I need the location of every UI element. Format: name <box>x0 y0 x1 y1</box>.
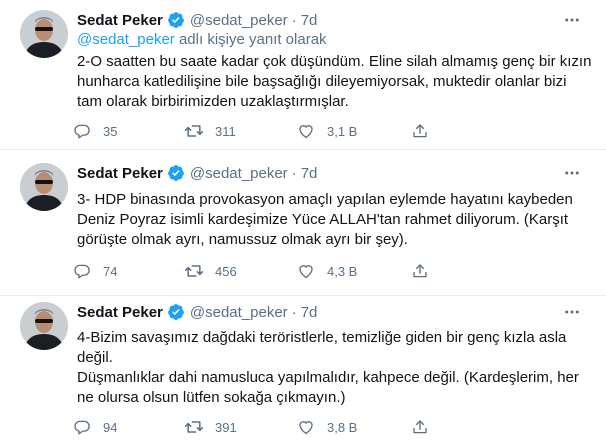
tweet-text: 2-O saatten bu saate kadar çok düşündüm.… <box>77 52 592 112</box>
tweet-actions: 74 456 4,3 B <box>72 261 532 281</box>
share-icon <box>410 261 430 281</box>
timestamp[interactable]: 7d <box>301 304 318 321</box>
author-name[interactable]: Sedat Peker <box>77 165 163 182</box>
reply-count: 74 <box>103 263 118 279</box>
retweet-count: 311 <box>215 123 236 139</box>
avatar[interactable] <box>20 163 68 211</box>
more-options-icon[interactable] <box>560 302 584 322</box>
author-handle[interactable]: @sedat_peker <box>190 165 288 182</box>
reply-context-text: adlı kişiye yanıt olarak <box>178 31 327 48</box>
reply-count: 35 <box>103 123 118 139</box>
author-name[interactable]: Sedat Peker <box>77 12 163 29</box>
like-button[interactable]: 3,8 B <box>296 417 357 437</box>
retweet-icon <box>184 121 204 141</box>
verified-badge-icon <box>167 303 185 321</box>
share-button[interactable] <box>410 121 430 141</box>
separator: · <box>291 303 297 321</box>
separator: · <box>291 164 297 182</box>
like-icon <box>296 417 316 437</box>
reply-icon <box>72 121 92 141</box>
timestamp[interactable]: 7d <box>301 12 318 29</box>
avatar[interactable] <box>20 10 68 58</box>
like-button[interactable]: 4,3 B <box>296 261 357 281</box>
retweet-button[interactable]: 311 <box>184 121 236 141</box>
share-button[interactable] <box>410 417 430 437</box>
tweet-text-line: Deniz Poyraz isimli kardeşimize Yüce ALL… <box>77 211 569 228</box>
like-count: 3,1 B <box>327 123 358 139</box>
retweet-icon <box>184 417 204 437</box>
retweet-button[interactable]: 456 <box>184 261 237 281</box>
like-count: 4,3 B <box>327 263 358 279</box>
tweet-text-line: 4-Bizim savaşımız dağdaki teröristlerle,… <box>77 329 567 346</box>
share-button[interactable] <box>410 261 430 281</box>
reply-button[interactable]: 94 <box>72 417 117 437</box>
reply-icon <box>72 417 92 437</box>
reply-mention-link[interactable]: @sedat_peker <box>77 31 175 48</box>
like-icon <box>296 261 316 281</box>
like-icon <box>296 121 316 141</box>
tweet-text-line: 3- HDP binasında provokasyon amaçlı yapı… <box>77 191 573 208</box>
verified-badge-icon <box>167 11 185 29</box>
tweet-actions: 35 311 3,1 B <box>72 121 532 141</box>
tweet[interactable]: Sedat Peker @sedat_peker · 7d 3- HDP bin… <box>0 150 606 296</box>
reply-button[interactable]: 35 <box>72 121 117 141</box>
verified-badge-icon <box>167 164 185 182</box>
tweet-text-line: tam olarak birbirimizden uzaklaştırmışla… <box>77 93 349 110</box>
reply-icon <box>72 261 92 281</box>
retweet-icon <box>184 261 204 281</box>
reply-button[interactable]: 74 <box>72 261 117 281</box>
like-count: 3,8 B <box>327 419 358 435</box>
more-options-icon[interactable] <box>560 10 584 30</box>
tweet-text-line: 2-O saatten bu saate kadar çok düşündüm.… <box>77 53 592 70</box>
author-name[interactable]: Sedat Peker <box>77 304 163 321</box>
author-handle[interactable]: @sedat_peker <box>190 12 288 29</box>
avatar[interactable] <box>20 302 68 350</box>
like-button[interactable]: 3,1 B <box>296 121 357 141</box>
tweet-text-line: Düşmanlıklar dahi namusluca yapılmalıdır… <box>77 369 579 386</box>
timestamp[interactable]: 7d <box>301 165 318 182</box>
author-handle[interactable]: @sedat_peker <box>190 304 288 321</box>
separator: · <box>291 11 297 29</box>
reply-count: 94 <box>103 419 118 435</box>
tweet[interactable]: Sedat Peker @sedat_peker · 7d @sedat_pek… <box>0 0 606 150</box>
more-options-icon[interactable] <box>560 163 584 183</box>
tweet-text: 3- HDP binasında provokasyon amaçlı yapı… <box>77 190 587 250</box>
tweet-text: 4-Bizim savaşımız dağdaki teröristlerle,… <box>77 328 587 408</box>
tweet-text-line: ne olursa olsun lütfen sokağa çıkmayın.) <box>77 389 346 406</box>
tweet-text-line: değil. <box>77 349 113 366</box>
retweet-count: 456 <box>215 263 237 279</box>
retweet-count: 391 <box>215 419 237 435</box>
tweet-text-line: görüşte olmak ayrı, namussuz olmak ayrı … <box>77 231 408 248</box>
tweet[interactable]: Sedat Peker @sedat_peker · 7d 4-Bizim sa… <box>0 296 606 445</box>
share-icon <box>410 121 430 141</box>
tweet-actions: 94 391 3,8 B <box>72 417 532 437</box>
reply-context: @sedat_peker adlı kişiye yanıt olarak <box>77 30 327 50</box>
tweet-text-line: hunharca katledilişine bile başsağlığı d… <box>77 73 567 90</box>
share-icon <box>410 417 430 437</box>
retweet-button[interactable]: 391 <box>184 417 237 437</box>
